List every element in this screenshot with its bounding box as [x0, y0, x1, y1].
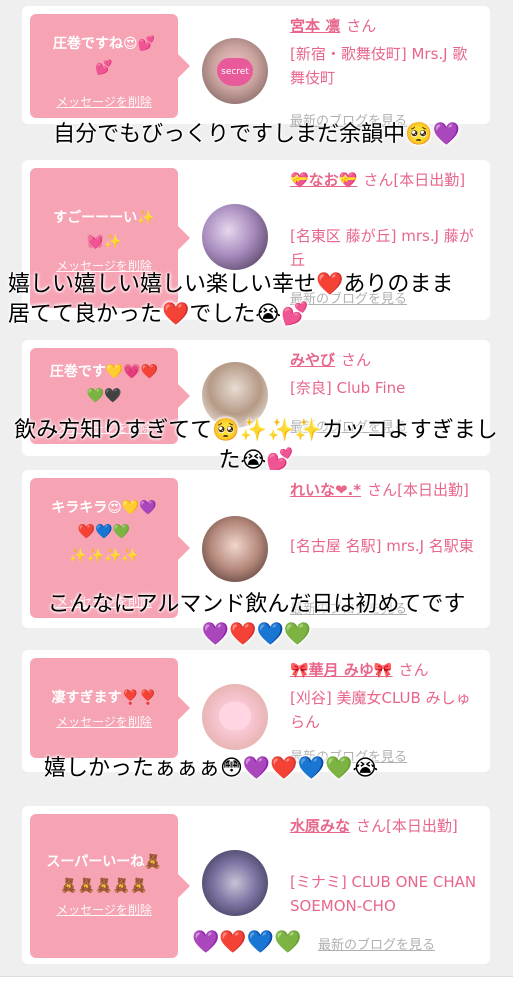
cast-name[interactable]: みやび: [290, 351, 335, 369]
cast-name-line: 💝なお💝 さん[本日出勤]: [290, 168, 482, 192]
message-card: 圧巻ですね😍💕 💕 メッセージを削除 secret 宮本 凛さん [新宿・歌舞伎…: [22, 6, 490, 129]
bubble-text: すごーーーい✨: [53, 210, 155, 226]
bubble-text: 圧巻ですね😍💕: [52, 36, 156, 52]
honorific: さん[本日出勤]: [363, 171, 466, 189]
avatar[interactable]: [202, 684, 268, 750]
bubble-text: 💕: [95, 60, 113, 76]
cast-name[interactable]: れいな❤︎.*: [290, 481, 361, 499]
secret-heart-icon: secret: [217, 58, 253, 86]
honorific: さん: [398, 661, 429, 679]
overlay-comment: 嬉しかったぁぁぁ😳💜❤️💙💚😭: [44, 756, 379, 781]
delete-message-link[interactable]: メッセージを削除: [30, 93, 178, 110]
store-name[interactable]: [名東区 藤が丘] mrs.J 藤が丘: [290, 224, 482, 272]
cast-name[interactable]: 水原みな: [290, 817, 350, 835]
bubble-text: 💚🖤: [86, 388, 122, 404]
store-name[interactable]: [ミナミ] CLUB ONE CHAN SOEMON-CHO: [290, 870, 482, 918]
cast-name-line: 水原みな さん[本日出勤]: [290, 814, 482, 838]
bubble-text: 🧸🧸🧸🧸🧸: [60, 878, 148, 894]
bubble-text: ❤️💙💚: [77, 524, 131, 540]
delete-message-link[interactable]: メッセージを削除: [30, 713, 178, 730]
overlay-comment: 💜❤️💙💚: [201, 622, 312, 647]
honorific: さん[本日出勤]: [356, 817, 458, 835]
honorific: さん: [346, 17, 377, 35]
bubble-text: 圧巻です💛💗❤️: [49, 364, 159, 380]
store-name[interactable]: [奈良] Club Fine: [290, 376, 482, 400]
avatar[interactable]: [202, 850, 268, 916]
store-name[interactable]: [刈谷] 美魔女CLUB みしゅらん: [290, 686, 482, 734]
bottom-bar: [0, 976, 513, 1001]
overlay-comment: こんなにアルマンド飲んだ日は初めてです: [47, 592, 466, 617]
honorific: さん: [341, 351, 372, 369]
cast-name-line: 宮本 凛さん: [290, 14, 482, 38]
cast-name-line: 🎀華月 みゆ🎀 さん: [290, 658, 482, 682]
message-bubble: スーパーいーね🧸 🧸🧸🧸🧸🧸 メッセージを削除: [30, 814, 190, 958]
bubble-text: 凄すぎます❣️❣️: [51, 690, 157, 706]
overlay-comment: 飲み方知りすぎてて🥺✨✨✨カッコよすぎました😭💕: [14, 418, 498, 473]
bubble-text: スーパーいーね🧸: [46, 854, 162, 870]
avatar[interactable]: [202, 516, 268, 582]
cast-name[interactable]: 💝なお💝: [290, 171, 357, 189]
cast-name-line: れいな❤︎.* さん[本日出勤]: [290, 478, 482, 502]
overlay-comment: 自分でもびっくりですしまだ余韻中🥺💜: [53, 122, 460, 147]
bubble-text: ✨✨✨✨: [69, 548, 139, 564]
store-name[interactable]: [新宿・歌舞伎町] Mrs.J 歌舞伎町: [290, 42, 482, 90]
message-bubble: 凄すぎます❣️❣️ メッセージを削除: [30, 658, 190, 758]
avatar[interactable]: [202, 204, 268, 270]
store-name[interactable]: [名古屋 名駅] mrs.J 名駅東: [290, 534, 482, 558]
honorific: さん[本日出勤]: [367, 481, 469, 499]
cast-name[interactable]: 🎀華月 みゆ🎀: [290, 661, 393, 679]
heart-icon: [219, 702, 251, 730]
bubble-text: キラキラ😍💛💜: [51, 500, 157, 516]
latest-blog-link[interactable]: 最新のブログを見る: [318, 934, 435, 953]
cast-name[interactable]: 宮本 凛: [290, 17, 340, 35]
avatar[interactable]: secret: [202, 38, 268, 104]
overlay-comment: 嬉しい嬉しい嬉しい楽しい幸せ❤️ありのまま居てて良かった❤️でした😭💕: [8, 272, 454, 327]
bubble-text: 💓✨: [86, 234, 122, 250]
cast-name-line: みやび さん: [290, 348, 482, 372]
message-bubble: 圧巻ですね😍💕 💕 メッセージを削除: [30, 14, 190, 118]
delete-message-link[interactable]: メッセージを削除: [30, 901, 178, 918]
overlay-comment: 💜❤️💙💚: [192, 930, 302, 955]
